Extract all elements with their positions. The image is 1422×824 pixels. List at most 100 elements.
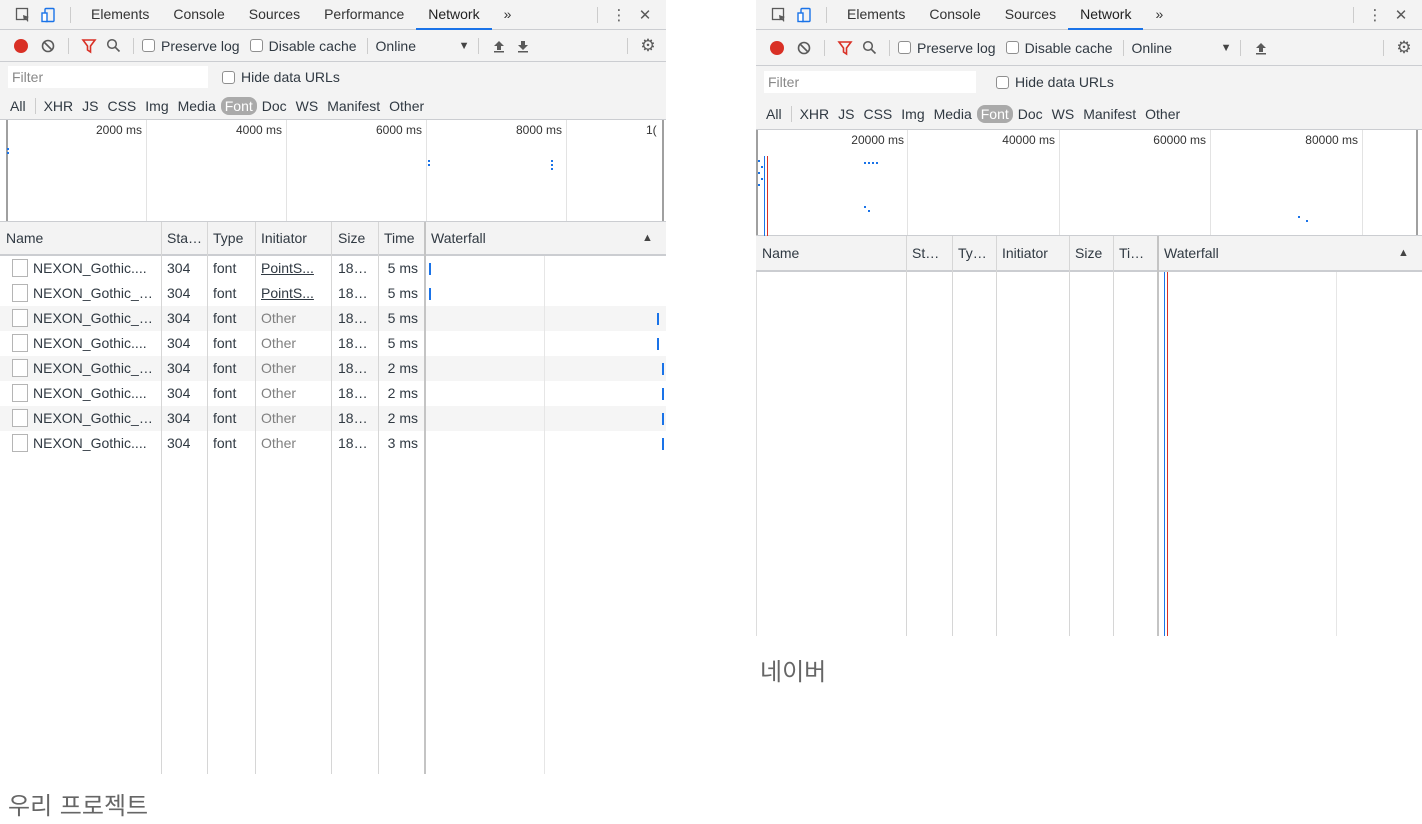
- record-icon[interactable]: [770, 40, 784, 55]
- column-divider[interactable]: [996, 236, 997, 636]
- column-header-type[interactable]: Type: [207, 222, 255, 254]
- more-tabs-button[interactable]: »: [492, 0, 524, 30]
- column-divider[interactable]: [378, 222, 379, 774]
- throttle-select[interactable]: Online ▼: [376, 38, 470, 54]
- tab-elements[interactable]: Elements: [835, 0, 917, 30]
- preserve-log-checkbox[interactable]: Preserve log: [142, 38, 240, 54]
- inspect-icon[interactable]: [10, 0, 36, 30]
- device-icon[interactable]: [36, 0, 62, 30]
- checkbox-box[interactable]: [1005, 41, 1019, 54]
- record-icon[interactable]: [14, 38, 28, 53]
- type-filter-other[interactable]: Other: [385, 97, 428, 115]
- table-row[interactable]: NEXON_Gothic_… 304 font PointS... 18… 5 …: [0, 281, 666, 306]
- checkbox-box[interactable]: [898, 41, 911, 54]
- column-divider[interactable]: [952, 236, 953, 636]
- type-filter-media[interactable]: Media: [174, 97, 220, 115]
- column-divider[interactable]: [1113, 236, 1114, 636]
- filter-icon[interactable]: [77, 33, 101, 59]
- column-header-name[interactable]: Name: [0, 222, 160, 254]
- column-header-time[interactable]: Ti…: [1113, 236, 1157, 270]
- tab-sources[interactable]: Sources: [237, 0, 312, 30]
- column-header-waterfall[interactable]: Waterfall: [1158, 236, 1358, 270]
- clear-icon[interactable]: [36, 33, 60, 59]
- more-icon[interactable]: ⋮: [606, 0, 632, 30]
- gear-icon[interactable]: ⚙: [636, 33, 660, 59]
- column-header-size[interactable]: Size: [1069, 236, 1113, 270]
- search-icon[interactable]: [857, 35, 881, 61]
- table-row[interactable]: NEXON_Gothic_… 304 font Other 18… 5 ms: [0, 306, 666, 331]
- type-filter-css[interactable]: CSS: [103, 97, 140, 115]
- column-divider[interactable]: [255, 222, 256, 774]
- type-filter-manifest[interactable]: Manifest: [323, 97, 384, 115]
- column-divider[interactable]: [1069, 236, 1070, 636]
- tab-network[interactable]: Network: [416, 0, 492, 30]
- column-divider[interactable]: [161, 222, 162, 774]
- column-header-waterfall[interactable]: Waterfall: [425, 222, 625, 254]
- checkbox-box[interactable]: [249, 39, 263, 52]
- type-filter-css[interactable]: CSS: [859, 105, 896, 123]
- filter-input[interactable]: Filter: [8, 66, 208, 88]
- column-header-size[interactable]: Size: [332, 222, 378, 254]
- column-header-initiator[interactable]: Initiator: [996, 236, 1069, 270]
- column-divider[interactable]: [424, 222, 426, 774]
- search-icon[interactable]: [101, 33, 125, 59]
- sort-ascending-icon[interactable]: ▲: [636, 222, 656, 254]
- device-icon[interactable]: [792, 0, 818, 30]
- type-filter-img[interactable]: Img: [141, 97, 172, 115]
- type-filter-xhr[interactable]: XHR: [796, 105, 834, 123]
- hide-data-urls-checkbox[interactable]: Hide data URLs: [222, 69, 340, 85]
- close-icon[interactable]: ✕: [1388, 0, 1414, 30]
- tab-sources[interactable]: Sources: [993, 0, 1068, 30]
- clear-icon[interactable]: [792, 35, 816, 61]
- type-filter-ws[interactable]: WS: [1048, 105, 1079, 123]
- export-icon[interactable]: [511, 33, 535, 59]
- type-filter-xhr[interactable]: XHR: [40, 97, 78, 115]
- tab-performance[interactable]: Performance: [312, 0, 416, 30]
- tab-network[interactable]: Network: [1068, 0, 1144, 30]
- tab-console[interactable]: Console: [161, 0, 236, 30]
- network-overview[interactable]: 2000 ms 4000 ms 6000 ms 8000 ms 1(: [0, 120, 666, 222]
- sort-ascending-icon[interactable]: ▲: [1392, 236, 1412, 270]
- type-filter-manifest[interactable]: Manifest: [1079, 105, 1140, 123]
- tab-console[interactable]: Console: [917, 0, 992, 30]
- type-filter-font[interactable]: Font: [976, 104, 1013, 123]
- column-header-initiator[interactable]: Initiator: [255, 222, 331, 254]
- column-divider[interactable]: [207, 222, 208, 774]
- inspect-icon[interactable]: [766, 0, 792, 30]
- type-filter-media[interactable]: Media: [930, 105, 976, 123]
- column-header-name[interactable]: Name: [756, 236, 906, 270]
- table-row[interactable]: NEXON_Gothic.... 304 font Other 18… 5 ms: [0, 331, 666, 356]
- column-divider[interactable]: [1157, 236, 1159, 636]
- column-header-status[interactable]: St…: [906, 236, 952, 270]
- hide-data-urls-checkbox[interactable]: Hide data URLs: [996, 74, 1114, 90]
- checkbox-box[interactable]: [996, 75, 1009, 89]
- type-filter-doc[interactable]: Doc: [1014, 105, 1047, 123]
- table-row[interactable]: NEXON_Gothic.... 304 font Other 18… 3 ms: [0, 431, 666, 456]
- column-divider[interactable]: [906, 236, 907, 636]
- filter-input[interactable]: Filter: [764, 71, 976, 93]
- column-header-type[interactable]: Ty…: [952, 236, 996, 270]
- column-divider[interactable]: [331, 222, 332, 774]
- import-icon[interactable]: [1249, 35, 1273, 61]
- row-initiator-link[interactable]: PointS...: [255, 256, 331, 281]
- type-filter-font[interactable]: Font: [220, 96, 257, 115]
- disable-cache-checkbox[interactable]: Disable cache: [1005, 40, 1113, 56]
- throttle-select[interactable]: Online ▼: [1132, 40, 1232, 56]
- column-header-time[interactable]: Time: [378, 222, 424, 254]
- type-filter-img[interactable]: Img: [897, 105, 928, 123]
- import-icon[interactable]: [487, 33, 511, 59]
- type-filter-js[interactable]: JS: [78, 97, 102, 115]
- network-overview[interactable]: 20000 ms 40000 ms 60000 ms 80000 ms: [756, 130, 1422, 236]
- disable-cache-checkbox[interactable]: Disable cache: [249, 38, 357, 54]
- checkbox-box[interactable]: [222, 70, 235, 84]
- table-row[interactable]: NEXON_Gothic.... 304 font PointS... 18… …: [0, 256, 666, 281]
- more-tabs-button[interactable]: »: [1143, 0, 1175, 30]
- type-filter-ws[interactable]: WS: [292, 97, 323, 115]
- table-row[interactable]: NEXON_Gothic_… 304 font Other 18… 2 ms: [0, 406, 666, 431]
- row-initiator-link[interactable]: PointS...: [255, 281, 331, 306]
- table-row[interactable]: NEXON_Gothic.... 304 font Other 18… 2 ms: [0, 381, 666, 406]
- tab-elements[interactable]: Elements: [79, 0, 161, 30]
- column-header-status[interactable]: Sta…: [161, 222, 207, 254]
- filter-icon[interactable]: [833, 35, 857, 61]
- preserve-log-checkbox[interactable]: Preserve log: [898, 40, 996, 56]
